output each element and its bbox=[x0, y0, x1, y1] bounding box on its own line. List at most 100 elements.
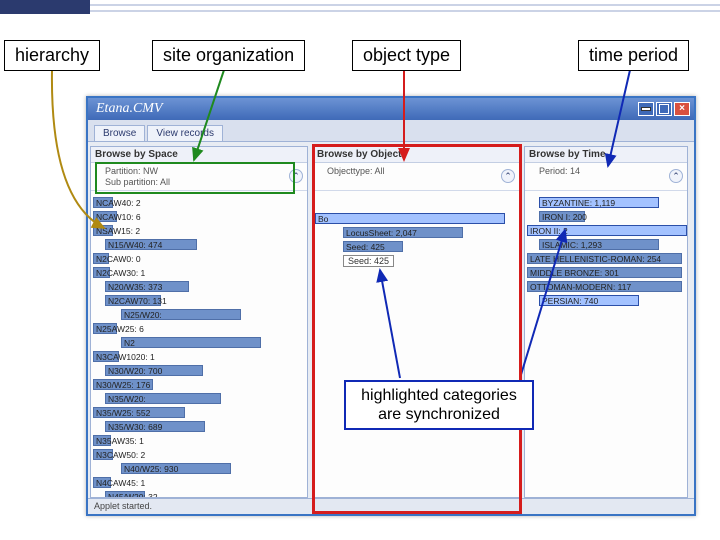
callout-hierarchy: hierarchy bbox=[4, 40, 100, 71]
list-item[interactable]: N25/W20: bbox=[121, 309, 305, 321]
bar[interactable]: N40/W25: 930 bbox=[121, 463, 231, 474]
bar[interactable]: N15/W40: 474 bbox=[105, 239, 197, 250]
bar[interactable]: N35AW35: 1 bbox=[93, 435, 111, 446]
tab-view-records[interactable]: View records bbox=[147, 125, 223, 141]
list-item[interactable]: N30/W25: 176 bbox=[93, 379, 305, 391]
list-item[interactable]: N2CAW30: 1 bbox=[93, 267, 305, 279]
bar[interactable]: LATE HELLENISTIC-ROMAN: 254 bbox=[527, 253, 682, 264]
bar[interactable]: LocusSheet: 2,047 bbox=[343, 227, 463, 238]
list-item[interactable]: N15/W40: 474 bbox=[105, 239, 305, 251]
bar[interactable]: N45/W20: 32 bbox=[105, 491, 145, 497]
bar[interactable]: N30/W20: 700 bbox=[105, 365, 203, 376]
app-window: Etana.CMV Browse View records Browse by … bbox=[86, 96, 696, 516]
list-item[interactable]: Bo bbox=[315, 213, 517, 225]
list-item[interactable]: Seed: 425 bbox=[343, 241, 517, 253]
panel-browse-by-space: Browse by Space Partition: NW Sub partit… bbox=[90, 146, 308, 498]
bar[interactable]: N3CAW1020: 1 bbox=[93, 351, 119, 362]
bar[interactable]: Bo bbox=[315, 213, 505, 224]
list-item[interactable]: N2CAW0: 0 bbox=[93, 253, 305, 265]
panels-row: Browse by Space Partition: NW Sub partit… bbox=[88, 142, 694, 498]
titlebar: Etana.CMV bbox=[88, 98, 694, 120]
bar[interactable]: N25/W20: bbox=[121, 309, 241, 320]
list-item[interactable]: N35/W25: 552 bbox=[93, 407, 305, 419]
bar[interactable]: N35/W20: bbox=[105, 393, 221, 404]
bar[interactable]: MIDDLE BRONZE: 301 bbox=[527, 267, 682, 278]
list-item[interactable]: N35AW35: 1 bbox=[93, 435, 305, 447]
panel-object-header: Browse by Object bbox=[313, 147, 519, 163]
list-item[interactable]: N3CAW50: 2 bbox=[93, 449, 305, 461]
bar[interactable]: IRON II: 2 bbox=[527, 225, 687, 236]
list-item[interactable]: BYZANTINE: 1,119 bbox=[539, 197, 685, 209]
bar[interactable]: N25AW25: 6 bbox=[93, 323, 117, 334]
list-item[interactable]: N40/W25: 930 bbox=[121, 463, 305, 475]
slide-top-bar bbox=[0, 0, 720, 30]
tab-browse[interactable]: Browse bbox=[94, 125, 145, 141]
bar[interactable]: N30/W25: 176 bbox=[93, 379, 153, 390]
bar[interactable]: N2CAW30: 1 bbox=[93, 267, 110, 278]
list-item[interactable]: NSAW15: 2 bbox=[93, 225, 305, 237]
callout-sync-note: highlighted categories are synchronized bbox=[344, 380, 534, 430]
list-item[interactable]: IRON I: 200 bbox=[539, 211, 685, 223]
panel-space-header: Browse by Space bbox=[91, 147, 307, 163]
space-list[interactable]: NCAW40: 2 NCAW10: 6 NSAW15: 2 N15/W40: 474 N… bbox=[91, 191, 307, 497]
list-item[interactable]: N35/W20: bbox=[105, 393, 305, 405]
list-item[interactable]: N3CAW1020: 1 bbox=[93, 351, 305, 363]
bar[interactable]: N2 bbox=[121, 337, 261, 348]
bar[interactable]: N2CAW0: 0 bbox=[93, 253, 109, 264]
list-item[interactable]: NCAW10: 6 bbox=[93, 211, 305, 223]
bar[interactable]: NSAW15: 2 bbox=[93, 225, 113, 236]
list-item[interactable]: IRON II: 2 bbox=[527, 225, 685, 237]
callout-site-organization: site organization bbox=[152, 40, 305, 71]
minimize-button[interactable] bbox=[638, 102, 654, 116]
list-item[interactable]: LocusSheet: 2,047 bbox=[343, 227, 517, 239]
close-button[interactable] bbox=[674, 102, 690, 116]
collapse-icon[interactable]: ⌃ bbox=[289, 169, 303, 183]
list-item[interactable]: N2 bbox=[121, 337, 305, 349]
list-item[interactable]: N20/W35: 373 bbox=[105, 281, 305, 293]
bar[interactable]: ISLAMIC: 1,293 bbox=[539, 239, 659, 250]
bar[interactable]: OTTOMAN-MODERN: 117 bbox=[527, 281, 682, 292]
bar[interactable]: Seed: 425 bbox=[343, 241, 403, 252]
bar[interactable]: N4CAW45: 1 bbox=[93, 477, 111, 488]
space-subpartition[interactable]: Sub partition: All bbox=[105, 177, 303, 187]
bar[interactable]: N2CAW70: 131 bbox=[105, 295, 161, 306]
window-buttons bbox=[638, 102, 690, 116]
object-type-filter[interactable]: Objecttype: All bbox=[327, 166, 515, 176]
bar[interactable]: N35/W30: 689 bbox=[105, 421, 205, 432]
time-period-filter[interactable]: Period: 14 bbox=[539, 166, 683, 176]
bar[interactable]: N35/W25: 552 bbox=[93, 407, 185, 418]
selected-item-box[interactable]: Seed: 425 bbox=[343, 255, 394, 267]
panel-time-subheader: Period: 14 ⌃ bbox=[525, 163, 687, 191]
list-item[interactable]: Seed: 425 bbox=[315, 255, 517, 267]
list-item[interactable]: N45/W20: 32 bbox=[105, 491, 305, 497]
list-item[interactable]: OTTOMAN-MODERN: 117 bbox=[527, 281, 685, 293]
bar[interactable]: BYZANTINE: 1,119 bbox=[539, 197, 659, 208]
list-item[interactable]: N2CAW70: 131 bbox=[105, 295, 305, 307]
panel-time-header: Browse by Time bbox=[525, 147, 687, 163]
panel-browse-by-object: Browse by Object Objecttype: All ⌃ Bo Loc… bbox=[312, 146, 520, 498]
maximize-button[interactable] bbox=[656, 102, 672, 116]
bar[interactable]: PERSIAN: 740 bbox=[539, 295, 639, 306]
collapse-icon[interactable]: ⌃ bbox=[501, 169, 515, 183]
list-item[interactable]: PERSIAN: 740 bbox=[539, 295, 685, 307]
collapse-icon[interactable]: ⌃ bbox=[669, 169, 683, 183]
list-item[interactable]: NCAW40: 2 bbox=[93, 197, 305, 209]
list-item[interactable]: MIDDLE BRONZE: 301 bbox=[527, 267, 685, 279]
bar[interactable]: NCAW10: 6 bbox=[93, 211, 117, 222]
status-bar: Applet started. bbox=[88, 498, 694, 514]
object-list[interactable]: Bo LocusSheet: 2,047 Seed: 425 Seed: 425 bbox=[313, 191, 519, 497]
list-item[interactable]: ISLAMIC: 1,293 bbox=[539, 239, 685, 251]
bar[interactable]: IRON I: 200 bbox=[539, 211, 585, 222]
list-item[interactable]: LATE HELLENISTIC-ROMAN: 254 bbox=[527, 253, 685, 265]
list-item[interactable]: N4CAW45: 1 bbox=[93, 477, 305, 489]
list-item[interactable]: N30/W20: 700 bbox=[105, 365, 305, 377]
space-partition[interactable]: Partition: NW bbox=[105, 166, 303, 176]
list-item[interactable]: N25AW25: 6 bbox=[93, 323, 305, 335]
bar[interactable]: NCAW40: 2 bbox=[93, 197, 113, 208]
list-item[interactable]: N35/W30: 689 bbox=[105, 421, 305, 433]
bar[interactable]: N3CAW50: 2 bbox=[93, 449, 113, 460]
bar[interactable]: N20/W35: 373 bbox=[105, 281, 189, 292]
toolbar: Browse View records bbox=[88, 120, 694, 142]
window-title: Etana.CMV bbox=[92, 101, 163, 117]
time-list[interactable]: BYZANTINE: 1,119 IRON I: 200 IRON II: 2 ISL… bbox=[525, 191, 687, 497]
